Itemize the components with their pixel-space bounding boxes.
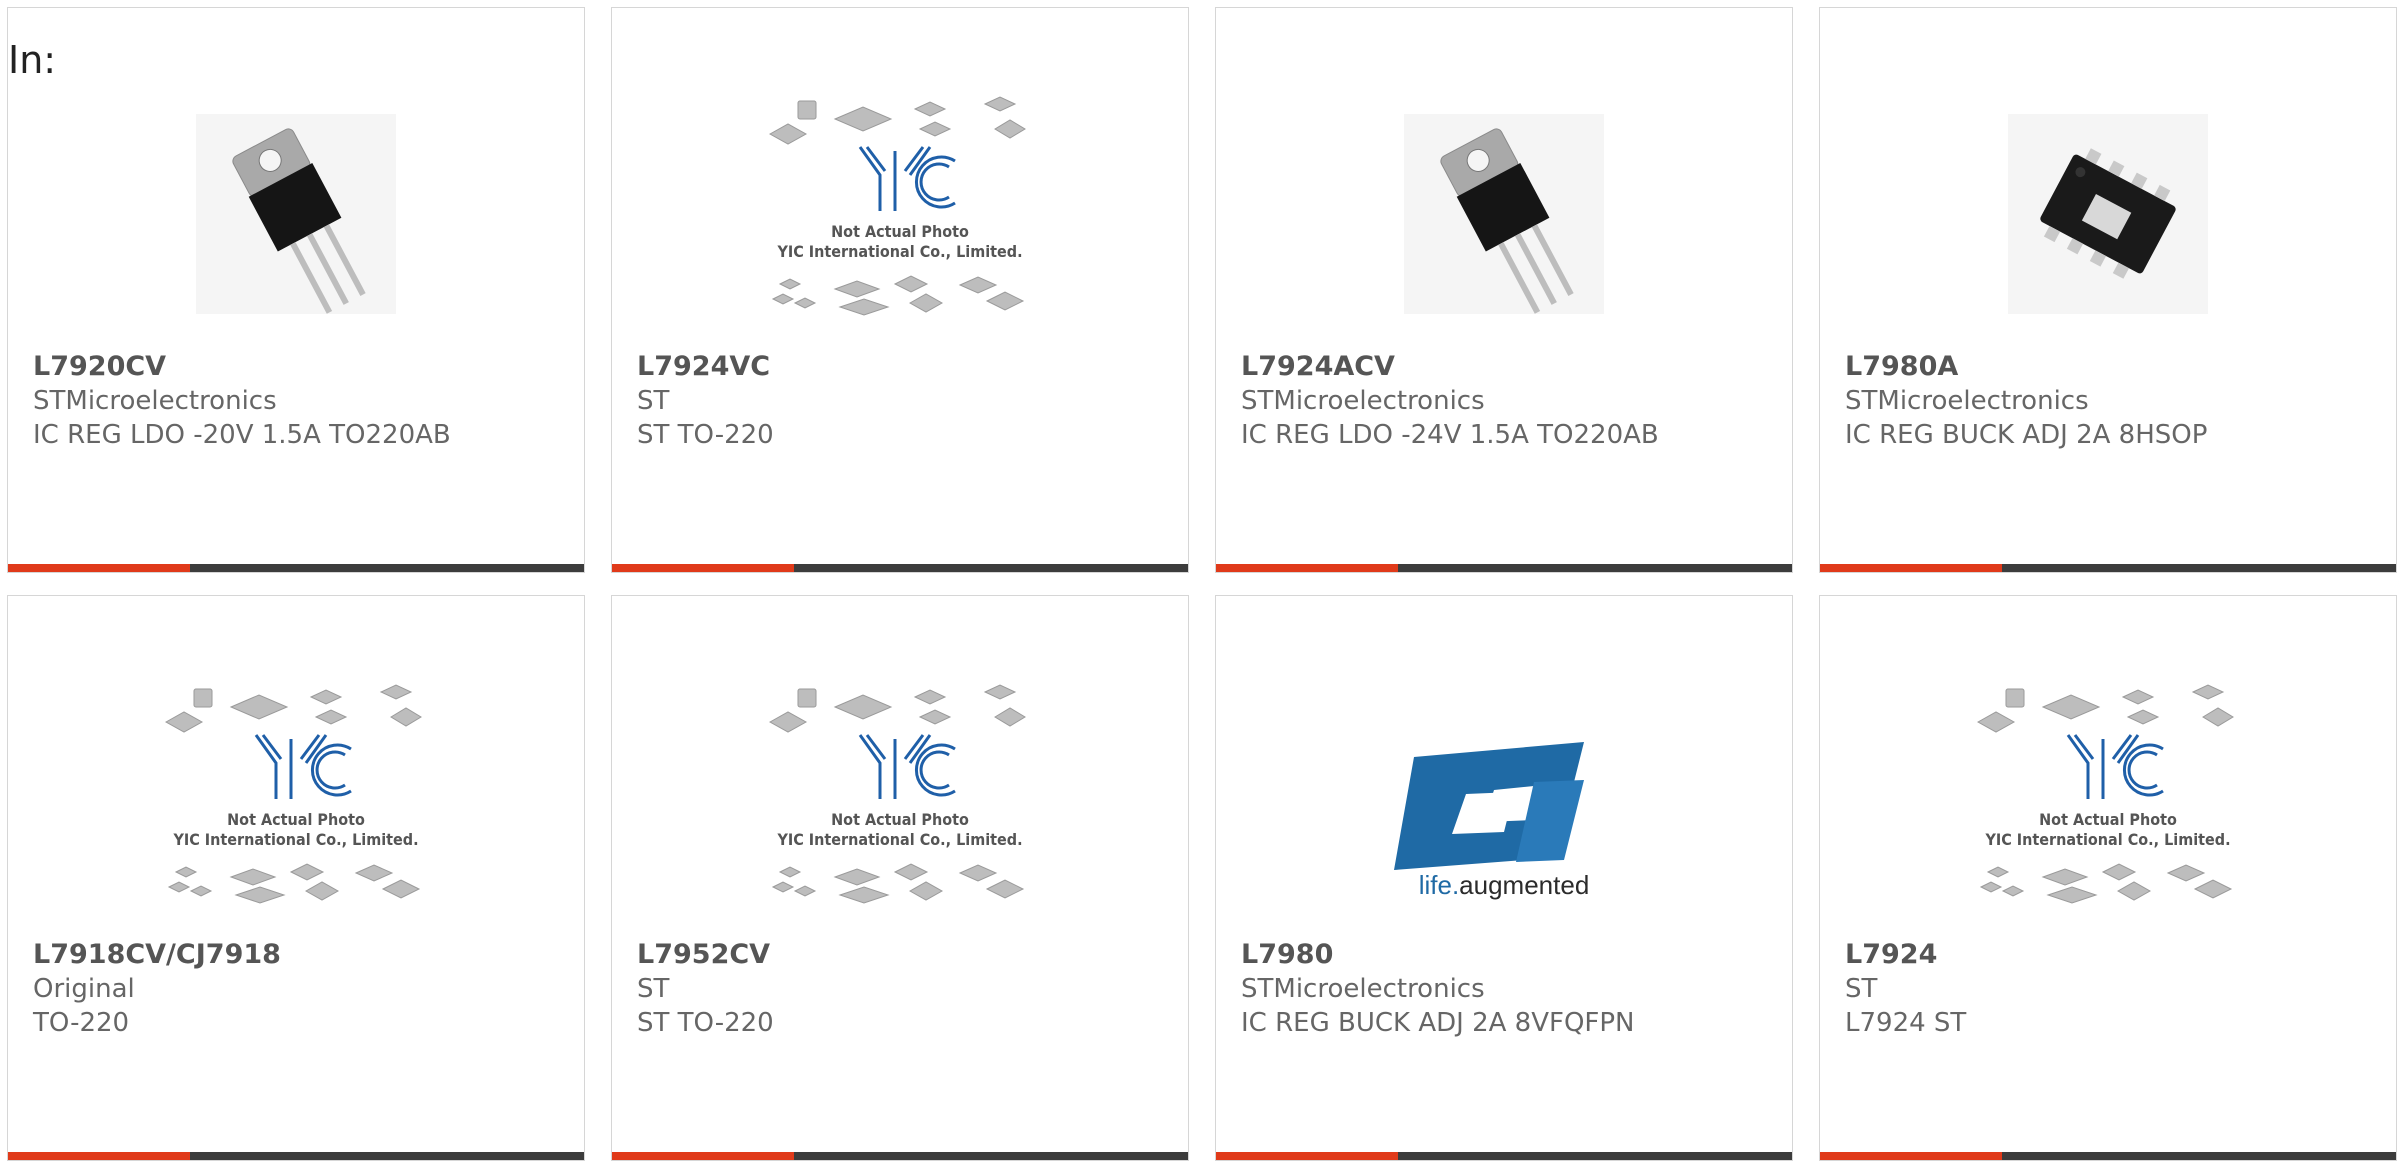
card-bar-accent: [612, 1152, 794, 1160]
st-logo: life.augmented: [1394, 742, 1590, 900]
product-card[interactable]: Not Actual Photo YIC International Co., …: [1819, 595, 2397, 1161]
placeholder-caption-2: YIC International Co., Limited.: [1984, 830, 2230, 849]
product-image[interactable]: Not Actual Photo YIC International Co., …: [8, 666, 584, 938]
part-number[interactable]: L7920CV: [33, 350, 564, 384]
description: IC REG LDO -20V 1.5A TO220AB: [33, 420, 451, 450]
card-bottom-bar: [1216, 1152, 1792, 1160]
placeholder-caption-1: Not Actual Photo: [227, 810, 365, 829]
placeholder-caption-1: Not Actual Photo: [2039, 810, 2177, 829]
card-bottom-bar: [8, 1152, 584, 1160]
part-number[interactable]: L7952CV: [637, 938, 1168, 972]
part-number[interactable]: L7924ACV: [1241, 350, 1772, 384]
card-bottom-bar: [612, 1152, 1188, 1160]
st-logo-text-prefix: life.: [1419, 870, 1459, 900]
not-actual-photo-placeholder: Not Actual Photo YIC International Co., …: [768, 96, 1026, 316]
part-number[interactable]: L7924: [1845, 938, 2376, 972]
description: TO-220: [33, 1008, 130, 1038]
product-image[interactable]: life.augmented: [1216, 666, 1792, 938]
to220-package-icon: [196, 114, 396, 314]
manufacturer: STMicroelectronics: [33, 386, 277, 416]
not-actual-photo-placeholder: Not Actual Photo YIC International Co., …: [164, 684, 422, 904]
card-bar-accent: [1216, 564, 1398, 572]
product-image[interactable]: [1216, 78, 1792, 350]
manufacturer: ST: [1845, 974, 1878, 1004]
manufacturer: Original: [33, 974, 135, 1004]
product-card[interactable]: L7924ACV STMicroelectronics IC REG LDO -…: [1215, 7, 1793, 573]
st-logo-text-suffix: augmented: [1459, 870, 1589, 900]
product-listing-page: In: L7920CV STMicroelectronics IC REG LD…: [0, 0, 2400, 1162]
description: IC REG BUCK ADJ 2A 8HSOP: [1845, 420, 2208, 450]
product-card[interactable]: L7980A STMicroelectronics IC REG BUCK AD…: [1819, 7, 2397, 573]
not-actual-photo-placeholder: Not Actual Photo YIC International Co., …: [1976, 684, 2234, 904]
product-grid: L7920CV STMicroelectronics IC REG LDO -2…: [7, 7, 2400, 1161]
part-number[interactable]: L7924VC: [637, 350, 1168, 384]
placeholder-caption-1: Not Actual Photo: [831, 810, 969, 829]
placeholder-caption-2: YIC International Co., Limited.: [172, 830, 418, 849]
hsop8-package-icon: [2008, 114, 2208, 314]
card-bar-accent: [1216, 1152, 1398, 1160]
product-image[interactable]: [8, 78, 584, 350]
card-bottom-bar: [8, 564, 584, 572]
manufacturer: STMicroelectronics: [1241, 974, 1485, 1004]
product-card[interactable]: life.augmented L7980 STMicroelectronics …: [1215, 595, 1793, 1161]
product-card[interactable]: L7920CV STMicroelectronics IC REG LDO -2…: [7, 7, 585, 573]
description: IC REG BUCK ADJ 2A 8VFQFPN: [1241, 1008, 1635, 1038]
product-card[interactable]: Not Actual Photo YIC International Co., …: [611, 7, 1189, 573]
in-label: In:: [8, 38, 57, 82]
product-image[interactable]: [1820, 78, 2396, 350]
part-number[interactable]: L7918CV/CJ7918: [33, 938, 564, 972]
svg-text:life.augmented: life.augmented: [1419, 870, 1590, 900]
manufacturer: ST: [637, 386, 670, 416]
card-bottom-bar: [1820, 564, 2396, 572]
product-image[interactable]: Not Actual Photo YIC International Co., …: [612, 666, 1188, 938]
part-number[interactable]: L7980A: [1845, 350, 2376, 384]
placeholder-caption-1: Not Actual Photo: [831, 222, 969, 241]
description: ST TO-220: [637, 1008, 774, 1038]
product-card[interactable]: Not Actual Photo YIC International Co., …: [611, 595, 1189, 1161]
product-image[interactable]: Not Actual Photo YIC International Co., …: [612, 78, 1188, 350]
card-bar-accent: [612, 564, 794, 572]
card-bottom-bar: [1216, 564, 1792, 572]
to220-package-icon: [1404, 114, 1604, 314]
placeholder-caption-2: YIC International Co., Limited.: [776, 830, 1022, 849]
description: L7924 ST: [1845, 1008, 1967, 1038]
part-number[interactable]: L7980: [1241, 938, 1772, 972]
description: ST TO-220: [637, 420, 774, 450]
card-bottom-bar: [1820, 1152, 2396, 1160]
card-bar-accent: [1820, 564, 2002, 572]
product-image[interactable]: Not Actual Photo YIC International Co., …: [1820, 666, 2396, 938]
description: IC REG LDO -24V 1.5A TO220AB: [1241, 420, 1659, 450]
card-bar-accent: [8, 564, 190, 572]
card-bar-accent: [1820, 1152, 2002, 1160]
card-bottom-bar: [612, 564, 1188, 572]
not-actual-photo-placeholder: Not Actual Photo YIC International Co., …: [768, 684, 1026, 904]
manufacturer: STMicroelectronics: [1845, 386, 2089, 416]
product-card[interactable]: Not Actual Photo YIC International Co., …: [7, 595, 585, 1161]
card-bar-accent: [8, 1152, 190, 1160]
placeholder-caption-2: YIC International Co., Limited.: [776, 242, 1022, 261]
manufacturer: STMicroelectronics: [1241, 386, 1485, 416]
manufacturer: ST: [637, 974, 670, 1004]
